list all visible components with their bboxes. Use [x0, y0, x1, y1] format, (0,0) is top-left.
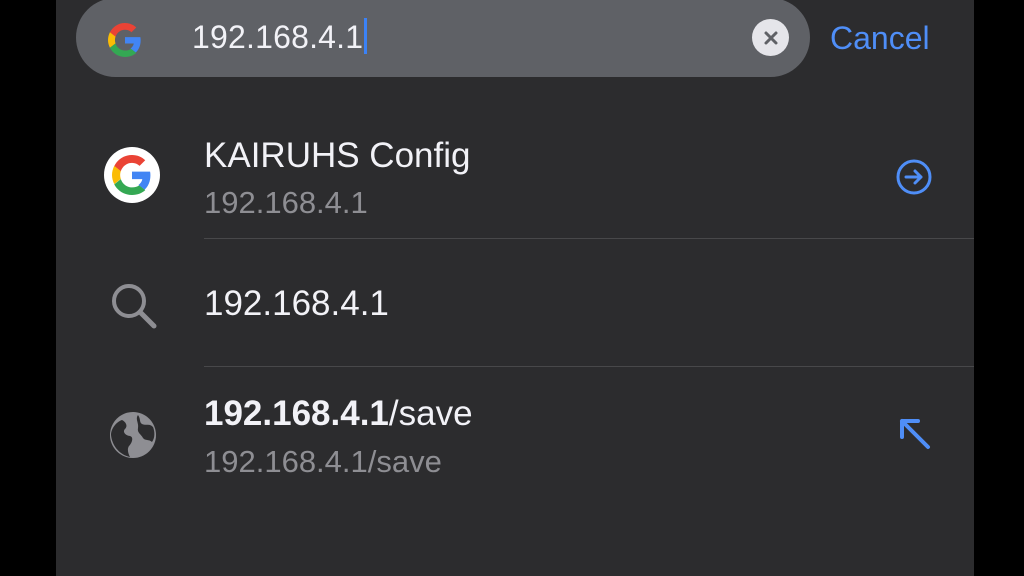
arrow-up-left-icon[interactable]	[894, 413, 936, 455]
google-icon	[112, 155, 151, 195]
divider	[204, 366, 974, 367]
suggestion-url: 192.168.4.1	[204, 185, 368, 220]
divider	[204, 238, 974, 239]
globe-icon	[110, 412, 156, 458]
suggestion-url: 192.168.4.1/save	[204, 444, 442, 480]
suggestion-row-search[interactable]: 192.168.4.1	[56, 240, 974, 368]
suggestion-title: 192.168.4.1/save	[204, 394, 473, 434]
arrow-circle-right-icon[interactable]	[894, 157, 934, 197]
suggestion-title: 192.168.4.1	[204, 284, 389, 323]
suggestion-title: KAIRUHS Config	[204, 136, 471, 175]
suggestion-url-match: 192.168.4.1	[204, 444, 368, 479]
suggestion-title-match: 192.168.4.1	[204, 394, 389, 433]
suggestion-row-history[interactable]: 192.168.4.1/save 192.168.4.1/save	[56, 368, 974, 498]
suggestion-title-rest: /save	[388, 394, 473, 433]
google-icon-badge	[104, 147, 160, 203]
suggestion-url-rest: /save	[367, 444, 442, 479]
browser-search-screen: 192.168.4.1 Cancel KAIRUHS Config 192.16…	[56, 0, 974, 576]
search-icon	[112, 284, 157, 329]
suggestion-row-bookmark[interactable]: KAIRUHS Config 192.168.4.1	[56, 0, 974, 240]
